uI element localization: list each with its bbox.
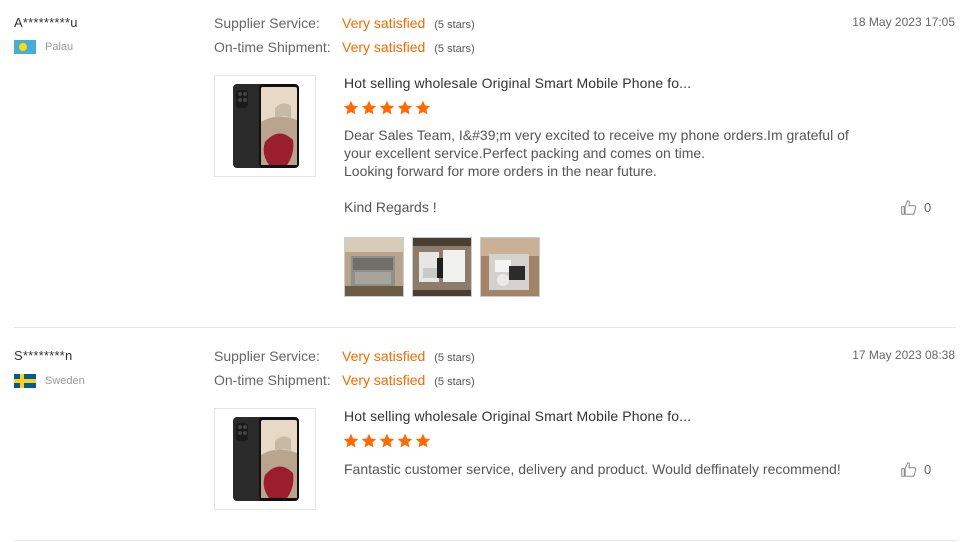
rating-value: Very satisfied xyxy=(342,15,426,31)
rating-value: Very satisfied xyxy=(342,39,426,55)
star-icon xyxy=(361,100,377,115)
photo-image xyxy=(481,238,539,296)
review-item: S********n Sweden Supplier Service: Very… xyxy=(0,333,960,542)
review-item: A*********u Palau Supplier Service: Very… xyxy=(0,0,960,328)
on-time-shipment-rating: On-time Shipment: Very satisfied (5 star… xyxy=(214,39,475,55)
product-title[interactable]: Hot selling wholesale Original Smart Mob… xyxy=(344,408,691,424)
star-icon xyxy=(361,433,377,448)
buyer-name: S********n xyxy=(14,348,73,363)
supplier-service-rating: Supplier Service: Very satisfied (5 star… xyxy=(214,348,475,364)
on-time-shipment-rating: On-time Shipment: Very satisfied (5 star… xyxy=(214,372,475,388)
review-text: Dear Sales Team, I&#39;m very excited to… xyxy=(344,126,864,216)
rating-value: Very satisfied xyxy=(342,372,426,388)
rating-label: On-time Shipment: xyxy=(214,372,331,388)
review-text-line: Looking forward for more orders in the n… xyxy=(344,163,657,179)
rating-value: Very satisfied xyxy=(342,348,426,364)
rating-label: Supplier Service: xyxy=(214,348,320,364)
star-icon xyxy=(415,100,431,115)
product-title[interactable]: Hot selling wholesale Original Smart Mob… xyxy=(344,75,691,91)
product-thumbnail[interactable] xyxy=(214,75,316,177)
product-thumbnail[interactable] xyxy=(214,408,316,510)
review-rating-stars xyxy=(343,100,431,116)
rating-stars-text: (5 stars) xyxy=(434,376,475,388)
photo-image xyxy=(413,238,471,296)
helpful-button[interactable]: 0 xyxy=(900,461,931,478)
country-name: Sweden xyxy=(45,375,85,387)
review-photo[interactable] xyxy=(344,237,404,297)
rating-stars-text: (5 stars) xyxy=(434,352,475,364)
star-icon xyxy=(397,100,413,115)
thumb-up-icon xyxy=(901,200,917,215)
review-text-line: Fantastic customer service, delivery and… xyxy=(344,461,841,477)
review-photo[interactable] xyxy=(412,237,472,297)
star-icon xyxy=(415,433,431,448)
review-text-line: Kind Regards ! xyxy=(344,199,437,215)
photo-image xyxy=(345,238,403,296)
star-icon xyxy=(379,100,395,115)
star-icon xyxy=(397,433,413,448)
rating-label: On-time Shipment: xyxy=(214,39,331,55)
rating-label: Supplier Service: xyxy=(214,15,320,31)
rating-stars-text: (5 stars) xyxy=(434,19,475,31)
thumb-up-icon xyxy=(901,462,917,477)
helpful-count: 0 xyxy=(924,200,932,215)
review-text-line: Dear Sales Team, I&#39;m very excited to… xyxy=(344,127,849,143)
review-divider xyxy=(14,540,956,541)
review-text: Fantastic customer service, delivery and… xyxy=(344,460,864,478)
helpful-count: 0 xyxy=(924,462,932,477)
supplier-service-rating: Supplier Service: Very satisfied (5 star… xyxy=(214,15,475,31)
review-photo[interactable] xyxy=(480,237,540,297)
review-divider xyxy=(14,327,956,328)
star-icon xyxy=(343,100,359,115)
buyer-country: Sweden xyxy=(14,374,85,388)
buyer-country: Palau xyxy=(14,40,73,54)
review-photos xyxy=(344,237,540,297)
country-name: Palau xyxy=(45,41,74,53)
sweden-flag-icon xyxy=(14,374,36,388)
buyer-name: A*********u xyxy=(14,15,78,30)
palau-flag-icon xyxy=(14,40,36,54)
rating-stars-text: (5 stars) xyxy=(434,43,475,55)
star-icon xyxy=(379,433,395,448)
review-rating-stars xyxy=(343,433,431,449)
review-text-line: your excellent service.Perfect packing a… xyxy=(344,145,706,161)
star-icon xyxy=(343,433,359,448)
helpful-button[interactable]: 0 xyxy=(900,199,931,216)
review-date: 17 May 2023 08:38 xyxy=(852,348,955,362)
phone-image xyxy=(233,417,299,501)
review-date: 18 May 2023 17:05 xyxy=(852,15,955,29)
phone-image xyxy=(233,84,299,168)
